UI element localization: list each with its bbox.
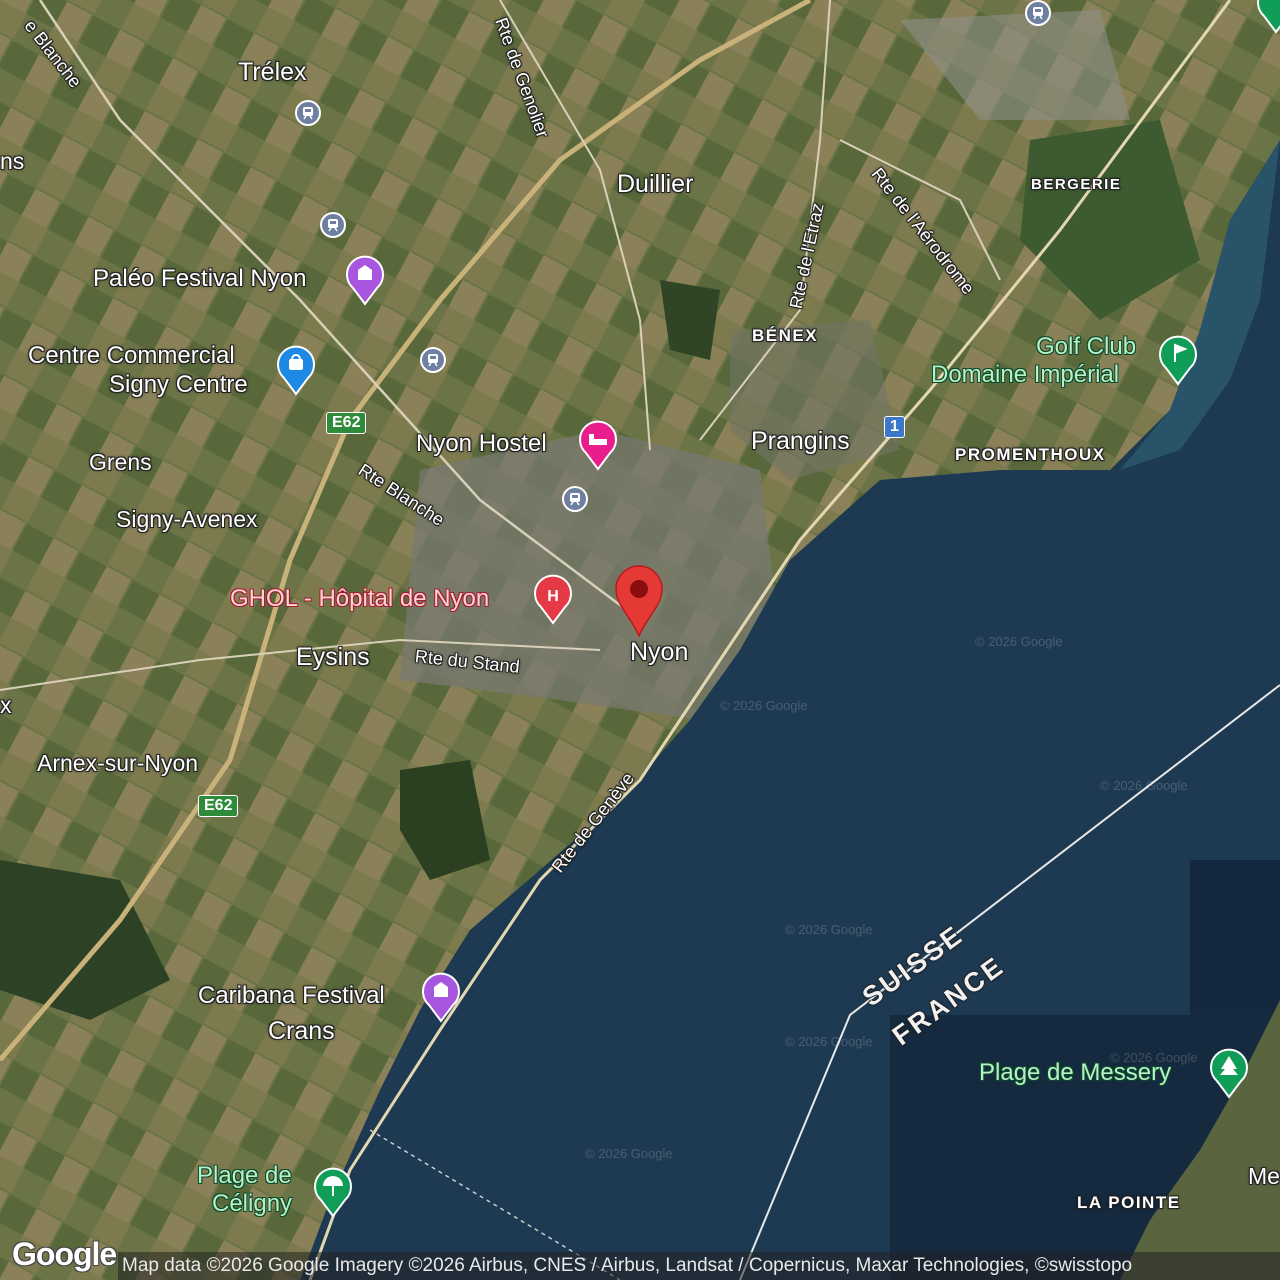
place-partial-left[interactable]: ns: [0, 148, 24, 175]
watermark: © 2026 Google: [785, 1034, 873, 1049]
train-station-icon[interactable]: [320, 212, 346, 238]
place-benex[interactable]: BÉNEX: [752, 326, 818, 346]
map-attribution[interactable]: Map data ©2026 Google Imagery ©2026 Airb…: [118, 1252, 1280, 1280]
poi-plage-de-celigny-label[interactable]: Plage de: [197, 1162, 292, 1190]
watermark: © 2026 Google: [1100, 778, 1188, 793]
place-signy-avenex[interactable]: Signy-Avenex: [116, 506, 258, 533]
poi-golf-club-label[interactable]: Golf Club: [1036, 333, 1136, 361]
place-nyon[interactable]: Nyon: [630, 638, 688, 667]
watermark: © 2026 Google: [785, 922, 873, 937]
poi-caribana-festival-label[interactable]: Caribana Festival: [198, 982, 385, 1010]
train-station-icon[interactable]: [295, 100, 321, 126]
location-marker-icon[interactable]: [612, 562, 666, 638]
place-partial-right[interactable]: Me: [1248, 1163, 1280, 1190]
e62-shield: E62: [198, 795, 239, 817]
train-station-icon[interactable]: [562, 486, 588, 512]
place-eysins[interactable]: Eysins: [296, 643, 370, 672]
golf-icon[interactable]: [1158, 334, 1198, 386]
place-trelex[interactable]: Trélex: [238, 58, 307, 87]
park-tree-icon[interactable]: [1209, 1047, 1249, 1099]
watermark: © 2026 Google: [975, 634, 1063, 649]
poi-signy-centre-label[interactable]: Signy Centre: [109, 371, 248, 399]
watermark: © 2026 Google: [585, 1146, 673, 1161]
beach-umbrella-icon[interactable]: [313, 1166, 353, 1218]
hotel-bed-icon[interactable]: [578, 419, 618, 471]
place-duillier[interactable]: Duillier: [617, 170, 693, 199]
poi-hospital-label[interactable]: GHOL - Hôpital de Nyon: [230, 585, 489, 613]
place-bergerie[interactable]: BERGERIE: [1031, 176, 1121, 193]
poi-golf-club-label[interactable]: Domaine Impérial: [931, 361, 1119, 389]
e62-shield: E62: [326, 412, 367, 434]
train-station-icon[interactable]: [420, 347, 446, 373]
route-1-shield: 1: [884, 416, 905, 438]
poi-plage-de-messery-label[interactable]: Plage de Messery: [979, 1059, 1171, 1087]
place-la-pointe[interactable]: LA POINTE: [1077, 1193, 1181, 1213]
place-promenthoux[interactable]: PROMENTHOUX: [955, 445, 1106, 465]
svg-text:H: H: [547, 588, 559, 605]
place-grens[interactable]: Grens: [89, 449, 152, 476]
poi-plage-de-celigny-label[interactable]: Céligny: [212, 1190, 292, 1218]
train-station-icon[interactable]: [1025, 0, 1051, 26]
place-prangins[interactable]: Prangins: [751, 427, 850, 456]
hospital-icon[interactable]: H: [533, 573, 573, 625]
poi-signy-centre-label[interactable]: Centre Commercial: [28, 342, 235, 370]
place-crans[interactable]: Crans: [268, 1017, 335, 1046]
festival-pin-icon[interactable]: [421, 971, 461, 1023]
place-arnex-sur-nyon[interactable]: Arnex-sur-Nyon: [37, 750, 198, 777]
place-partial-left[interactable]: x: [0, 692, 12, 719]
poi-paleo-festival-label[interactable]: Paléo Festival Nyon: [93, 265, 306, 293]
shopping-bag-icon[interactable]: [276, 344, 316, 396]
festival-pin-icon[interactable]: [345, 254, 385, 306]
poi-nyon-hostel-label[interactable]: Nyon Hostel: [416, 430, 547, 458]
google-logo: Google: [12, 1236, 117, 1272]
watermark: © 2026 Google: [720, 698, 808, 713]
poi-pin-partial-icon[interactable]: [1256, 0, 1280, 34]
